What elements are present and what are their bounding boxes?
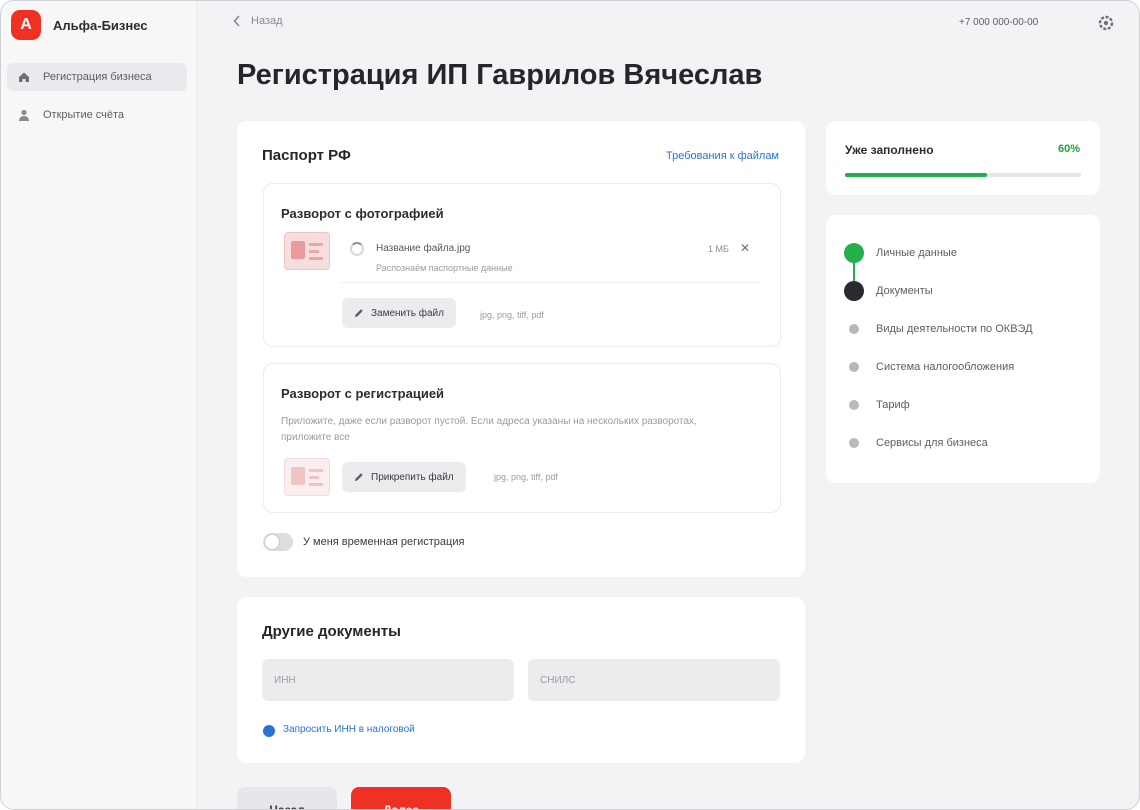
sidebar-item-label: Открытие счёта <box>43 109 125 121</box>
progress-value: 60% <box>1057 143 1080 155</box>
step-documents[interactable]: Документы <box>844 281 933 301</box>
step-personal-data[interactable]: Личные данные <box>844 243 957 263</box>
step-todo-icon <box>844 395 864 415</box>
request-inn-label[interactable]: Запросить ИНН в налоговой <box>283 724 415 735</box>
attach-file-label: Прикрепить файл <box>371 471 454 483</box>
step-label: Виды деятельности по ОКВЭД <box>876 323 1033 335</box>
temp-registration-label: У меня временная регистрация <box>303 536 465 548</box>
phone-number[interactable]: +7 000 000-00-00 <box>959 17 1038 28</box>
step-tariff[interactable]: Тариф <box>844 395 910 415</box>
file-name: Название файла.jpg <box>376 243 471 254</box>
back-button[interactable]: Назад <box>237 787 337 809</box>
brand-name: Альфа-Бизнес <box>53 17 148 33</box>
step-todo-icon <box>844 433 864 453</box>
step-label: Личные данные <box>876 247 957 259</box>
photo-spread-title: Разворот с фотографией <box>281 206 444 221</box>
remove-file-icon[interactable]: ✕ <box>740 241 750 255</box>
progress-fill <box>845 173 987 177</box>
toggle-knob <box>265 535 279 549</box>
replace-file-label: Заменить файл <box>371 307 444 319</box>
step-todo-icon <box>844 357 864 377</box>
user-icon <box>17 108 31 122</box>
passport-title: Паспорт РФ <box>262 147 351 164</box>
page-title: Регистрация ИП Гаврилов Вячеслав <box>237 59 763 91</box>
photo-spread-thumbnail[interactable] <box>284 232 330 270</box>
step-label: Документы <box>876 285 933 297</box>
step-label: Сервисы для бизнеса <box>876 437 988 449</box>
gear-icon[interactable] <box>1097 14 1115 32</box>
request-inn-checkbox[interactable] <box>263 725 275 737</box>
temp-registration-toggle[interactable] <box>263 533 293 551</box>
photo-spread-section: Разворот с фотографией Название файла.jp… <box>263 183 781 347</box>
next-button[interactable]: Далее <box>351 787 451 809</box>
brand-logo: A <box>11 10 41 40</box>
steps-card: Личные данные Документы Виды деятельност… <box>826 215 1100 483</box>
registration-spread-description: Приложите, даже если разворот пустой. Ес… <box>281 416 697 443</box>
app-window: A Альфа-Бизнес Регистрация бизнеса Откры… <box>0 0 1140 810</box>
sidebar-item-business-registration[interactable]: Регистрация бизнеса <box>7 63 187 91</box>
back-link[interactable]: Назад <box>233 15 283 27</box>
sidebar-item-account-opening[interactable]: Открытие счёта <box>7 101 187 129</box>
step-todo-icon <box>844 319 864 339</box>
registration-spread-title: Разворот с регистрацией <box>281 386 445 401</box>
registration-spread-section: Разворот с регистрацией Приложите, даже … <box>263 363 781 513</box>
brand[interactable]: A Альфа-Бизнес <box>11 10 148 40</box>
allowed-formats: jpg, png, tiff, pdf <box>494 472 558 482</box>
progress-track <box>845 173 1081 177</box>
progress-label: Уже заполнено <box>845 143 934 157</box>
inn-field[interactable]: ИНН <box>262 659 514 701</box>
divider <box>342 282 760 283</box>
step-label: Система налогообложения <box>876 361 1015 373</box>
pencil-icon <box>354 472 364 482</box>
loading-spinner-icon <box>350 242 364 256</box>
progress-card: Уже заполнено 60% <box>826 121 1100 195</box>
registration-spread-thumbnail <box>284 458 330 496</box>
replace-file-button[interactable]: Заменить файл <box>342 298 456 328</box>
step-connector <box>853 263 855 281</box>
pencil-icon <box>354 308 364 318</box>
snils-field[interactable]: СНИЛС <box>528 659 780 701</box>
passport-card: Паспорт РФ Требования к файлам Разворот … <box>237 121 805 577</box>
sidebar: A Альфа-Бизнес Регистрация бизнеса Откры… <box>1 1 197 809</box>
step-okved[interactable]: Виды деятельности по ОКВЭД <box>844 319 1033 339</box>
file-requirements-link[interactable]: Требования к файлам <box>666 150 779 162</box>
file-size: 1 МБ <box>708 244 729 254</box>
back-label: Назад <box>251 15 283 27</box>
home-icon <box>17 70 31 84</box>
other-documents-title: Другие документы <box>262 623 401 640</box>
step-done-icon <box>844 243 864 263</box>
sidebar-item-label: Регистрация бизнеса <box>43 71 152 83</box>
sidebar-nav: Регистрация бизнеса Открытие счёта <box>7 63 187 139</box>
step-tax-system[interactable]: Система налогообложения <box>844 357 1014 377</box>
step-business-services[interactable]: Сервисы для бизнеса <box>844 433 988 453</box>
file-status: Распознаём паспортные данные <box>376 263 513 273</box>
step-label: Тариф <box>876 399 910 411</box>
other-documents-card: Другие документы ИНН СНИЛС Запросить ИНН… <box>237 597 805 763</box>
attach-file-button[interactable]: Прикрепить файл <box>342 462 466 492</box>
allowed-formats: jpg, png, tiff, pdf <box>480 310 544 320</box>
chevron-left-icon <box>233 15 241 27</box>
step-current-icon <box>844 281 864 301</box>
